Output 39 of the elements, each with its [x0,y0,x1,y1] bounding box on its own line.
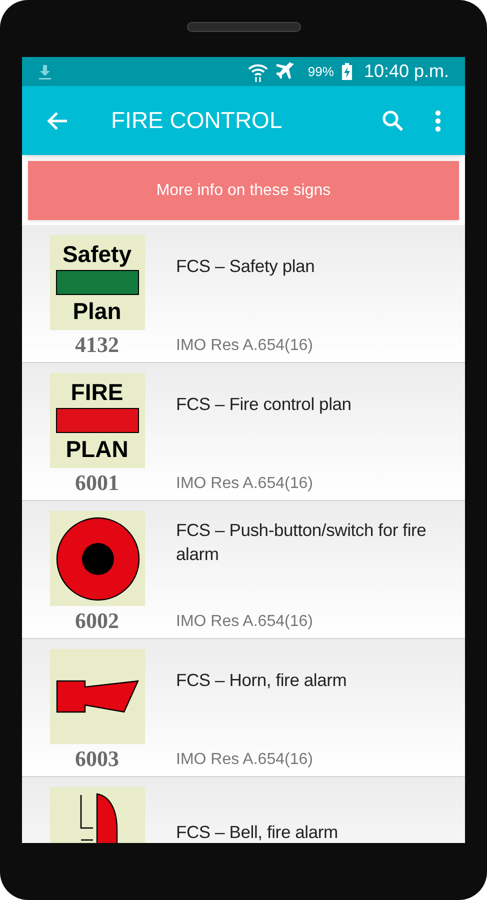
sign-reference: IMO Res A.654(16) [176,474,314,494]
safety-sign[interactable]: FIRE PLAN [50,373,144,468]
screen-title: FIRE CONTROL [111,106,284,136]
list-row[interactable]: Safety Plan 4132 FCS – Safety plan IMO Res A.654(16) [22,225,465,363]
sign-title: FCS – Bell, fire alarm [176,820,338,843]
sign-text: PLAN [66,436,128,462]
back-arrow-icon [46,110,68,130]
sign-reference: IMO Res A.654(16) [176,612,314,632]
sign-title: FCS – Push-button/switch for fire alarm [176,518,428,566]
battery-percentage: 99% [308,62,334,81]
battery-charging-icon [342,63,352,80]
push-button-symbol-icon [56,517,140,601]
more-options-icon [435,110,441,132]
sign-number: 6002 [75,608,119,634]
airplane-icon [276,62,296,82]
safety-sign[interactable] [50,511,144,606]
bell-symbol-icon [80,793,118,843]
sign-title: FCS – Horn, fire alarm [176,668,347,692]
sign-number: 6001 [75,470,119,496]
sign-number: 6003 [75,746,119,772]
safety-sign[interactable]: Safety Plan [50,235,144,330]
download-icon [38,64,52,80]
sign-number: 4132 [75,332,119,358]
sign-text: Plan [72,298,122,324]
list-row[interactable]: FCS – Bell, fire alarm [22,777,465,843]
safety-sign[interactable] [50,649,144,744]
sign-title: FCS – Safety plan [176,254,315,278]
sign-title: FCS – Fire control plan [176,392,352,416]
search-icon [381,108,405,132]
sign-text: Safety [62,241,132,267]
list-row[interactable]: FIRE PLAN 6001 FCS – Fire control plan IMO Res A.654(16) [22,363,465,501]
list-row[interactable]: 6002 FCS – Push-button/switch for fire alarm IMO Res A.654(16) [22,501,465,639]
sign-reference: IMO Res A.654(16) [176,336,314,356]
status-time: 10:40 p.m. [364,60,449,83]
horn-symbol-icon [56,680,138,713]
sign-reference: IMO Res A.654(16) [176,750,314,770]
list-row[interactable]: 6003 FCS – Horn, fire alarm IMO Res A.654(16) [22,639,465,777]
sign-text: FIRE [70,379,124,405]
wifi-icon [248,62,268,82]
